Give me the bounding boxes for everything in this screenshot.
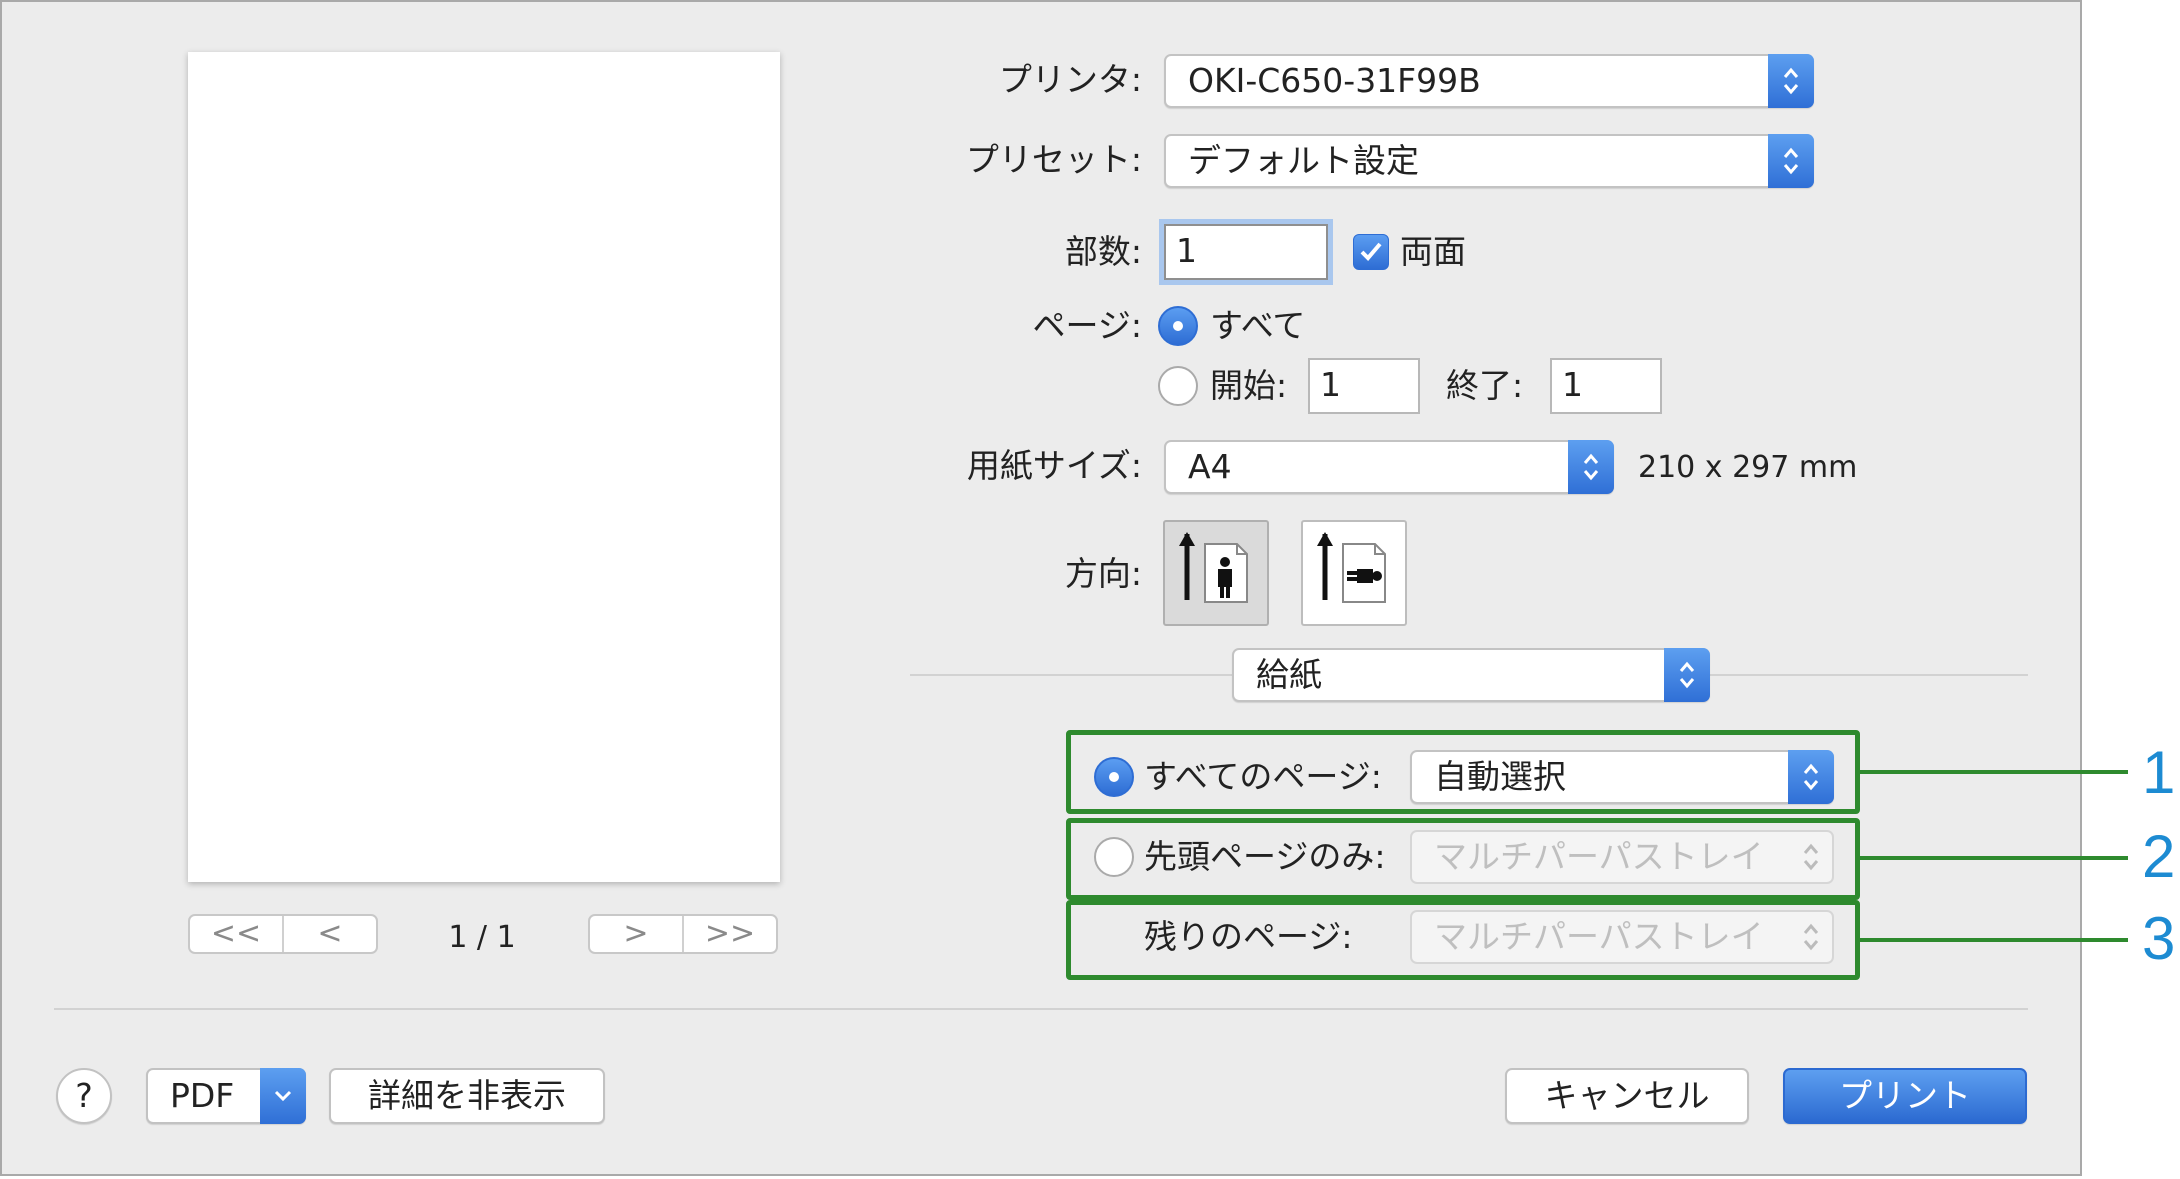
page-preview — [188, 52, 780, 882]
printer-label: プリンタ: — [998, 60, 1142, 99]
preset-label: プリセット: — [965, 140, 1142, 179]
callout-line-3 — [1860, 938, 2128, 942]
checkmark-icon — [1360, 242, 1382, 261]
first-page-button[interactable]: << — [190, 916, 282, 952]
chevron-updown-icon — [1768, 54, 1814, 108]
print-dialog: << < 1 / 1 > >> プリンタ: OKI-C650-31F99B プリ… — [0, 0, 2082, 1176]
landscape-person-icon — [1317, 532, 1386, 603]
pages-from-input[interactable]: 1 — [1308, 358, 1420, 414]
printer-select[interactable]: OKI-C650-31F99B — [1164, 54, 1814, 108]
callout-box-1 — [1066, 730, 1860, 814]
pages-range-radio[interactable] — [1158, 366, 1198, 406]
portrait-person-icon — [1179, 532, 1248, 603]
paper-size-label: 用紙サイズ: — [966, 446, 1142, 485]
question-mark-icon: ? — [75, 1076, 93, 1115]
page-indicator: 1 / 1 — [448, 920, 516, 955]
preview-nav-back-group: << < — [188, 914, 378, 954]
copies-label: 部数: — [1064, 232, 1142, 271]
chevron-updown-icon — [1768, 134, 1814, 188]
pdf-menu-button[interactable]: PDF — [146, 1068, 306, 1124]
callout-number-2: 2 — [2142, 823, 2176, 890]
pages-all-label: すべて — [1210, 306, 1306, 345]
hide-details-button[interactable]: 詳細を非表示 — [329, 1068, 605, 1124]
orientation-landscape-button[interactable] — [1301, 520, 1407, 626]
pages-all-radio[interactable] — [1158, 306, 1198, 346]
duplex-checkbox[interactable] — [1353, 234, 1389, 270]
orientation-label: 方向: — [1064, 554, 1142, 593]
callout-box-3 — [1066, 900, 1860, 980]
callout-line-2 — [1860, 856, 2128, 860]
callout-line-1 — [1860, 770, 2128, 774]
copies-input[interactable]: 1 — [1164, 224, 1328, 280]
callout-number-1: 1 — [2142, 739, 2176, 806]
pages-to-input[interactable]: 1 — [1550, 358, 1662, 414]
pages-label: ページ: — [1032, 306, 1142, 345]
preset-select-value: デフォルト設定 — [1188, 141, 1419, 180]
next-page-button[interactable]: > — [590, 916, 682, 952]
preset-select[interactable]: デフォルト設定 — [1164, 134, 1814, 188]
pdf-label: PDF — [170, 1076, 235, 1115]
callout-number-3: 3 — [2142, 905, 2176, 972]
pages-from-label: 開始: — [1210, 366, 1288, 405]
prev-page-button[interactable]: < — [282, 916, 376, 952]
chevron-updown-icon — [1664, 648, 1710, 702]
chevron-updown-icon — [1568, 440, 1614, 494]
chevron-down-icon — [260, 1068, 306, 1124]
paper-size-value: A4 — [1188, 447, 1232, 486]
callout-box-2 — [1066, 818, 1860, 900]
panel-select[interactable]: 給紙 — [1232, 648, 1710, 702]
printer-select-value: OKI-C650-31F99B — [1188, 61, 1481, 100]
paper-size-select[interactable]: A4 — [1164, 440, 1614, 494]
orientation-portrait-button[interactable] — [1163, 520, 1269, 626]
paper-dimensions: 210 x 297 mm — [1638, 450, 1858, 485]
print-button[interactable]: プリント — [1783, 1068, 2027, 1124]
duplex-label: 両面 — [1400, 232, 1466, 271]
preview-nav-forward-group: > >> — [588, 914, 778, 954]
pages-to-label: 終了: — [1446, 366, 1524, 405]
cancel-button[interactable]: キャンセル — [1505, 1068, 1749, 1124]
footer-separator — [54, 1008, 2028, 1010]
last-page-button[interactable]: >> — [682, 916, 776, 952]
panel-select-value: 給紙 — [1256, 655, 1322, 694]
help-button[interactable]: ? — [56, 1068, 112, 1124]
